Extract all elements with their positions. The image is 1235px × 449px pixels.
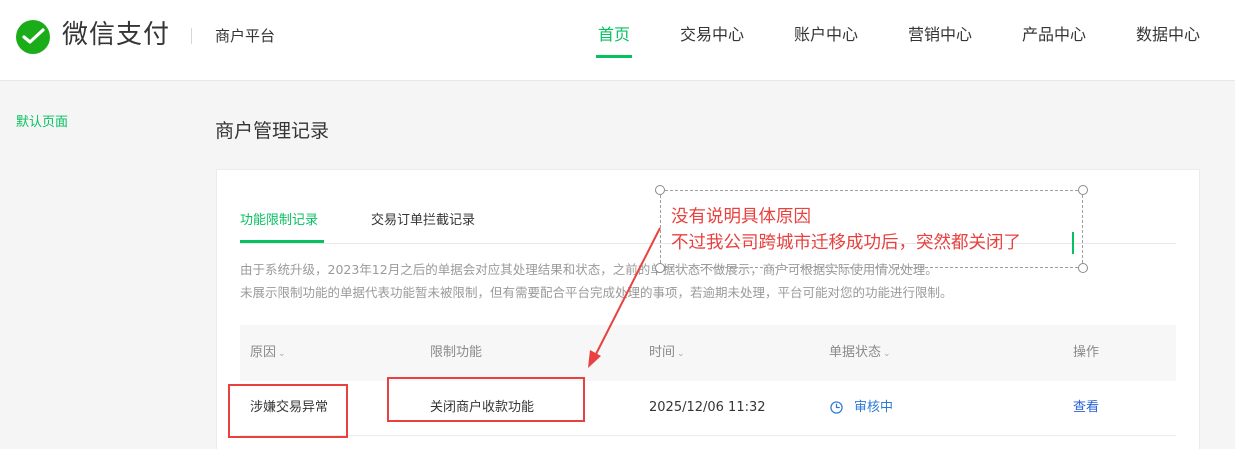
platform-name: 商户平台 xyxy=(215,27,276,45)
brand-divider xyxy=(191,28,192,44)
nav-trade-center[interactable]: 交易中心 xyxy=(680,24,744,46)
column-header-action: 操作 xyxy=(1073,344,1099,362)
column-label: 时间 xyxy=(649,345,676,360)
cell-time: 2025/12/06 11:32 xyxy=(649,400,766,415)
annotation-line-1: 没有说明具体原因 xyxy=(671,207,811,227)
chevron-down-icon: ⌄ xyxy=(883,349,891,359)
annotation-text-box[interactable] xyxy=(660,190,1083,268)
row-divider xyxy=(240,435,1176,436)
cell-status: 审核中 xyxy=(854,400,894,415)
top-header: 微信支付 商户平台 首页 交易中心 账户中心 营销中心 产品中心 数据中心 xyxy=(0,0,1235,81)
chevron-down-icon: ⌄ xyxy=(278,349,286,359)
resize-handle-top-right[interactable] xyxy=(1078,185,1088,195)
tab-function-restriction-records[interactable]: 功能限制记录 xyxy=(240,212,318,230)
resize-handle-bottom-left[interactable] xyxy=(655,263,665,273)
resize-handle-bottom-right[interactable] xyxy=(1078,263,1088,273)
clock-icon xyxy=(830,401,843,414)
nav-active-indicator xyxy=(596,55,632,58)
table-header xyxy=(240,325,1176,381)
nav-account-center[interactable]: 账户中心 xyxy=(794,24,858,46)
column-header-restricted-function: 限制功能 xyxy=(430,344,482,362)
column-header-reason[interactable]: 原因 ⌄ xyxy=(250,344,286,363)
brand-name[interactable]: 微信支付 xyxy=(62,17,170,53)
column-header-status[interactable]: 单据状态 ⌄ xyxy=(829,344,891,363)
view-link[interactable]: 查看 xyxy=(1073,399,1099,417)
notice-line-2: 未展示限制功能的单据代表功能暂未被限制，但有需要配合平台完成处理的事项，若逾期未… xyxy=(240,285,953,300)
highlight-box-reason xyxy=(228,384,348,438)
text-cursor xyxy=(1072,232,1074,254)
column-label: 操作 xyxy=(1073,345,1100,360)
nav-home[interactable]: 首页 xyxy=(598,24,630,46)
chevron-down-icon: ⌄ xyxy=(677,349,685,359)
page-title: 商户管理记录 xyxy=(215,120,330,142)
resize-handle-top-left[interactable] xyxy=(655,185,665,195)
highlight-box-function xyxy=(387,377,585,422)
column-label: 单据状态 xyxy=(829,345,882,360)
wechat-pay-logo[interactable] xyxy=(15,19,51,55)
column-header-time[interactable]: 时间 ⌄ xyxy=(649,344,685,363)
nav-data-center[interactable]: 数据中心 xyxy=(1136,24,1200,46)
nav-product-center[interactable]: 产品中心 xyxy=(1022,24,1086,46)
tab-order-interception-records[interactable]: 交易订单拦截记录 xyxy=(371,212,475,230)
column-label: 原因 xyxy=(250,345,277,360)
column-label: 限制功能 xyxy=(430,345,483,360)
sidebar-item-default-page[interactable]: 默认页面 xyxy=(16,114,68,132)
nav-marketing-center[interactable]: 营销中心 xyxy=(908,24,972,46)
annotation-line-2: 不过我公司跨城市迁移成功后，突然都关闭了 xyxy=(671,233,1021,253)
